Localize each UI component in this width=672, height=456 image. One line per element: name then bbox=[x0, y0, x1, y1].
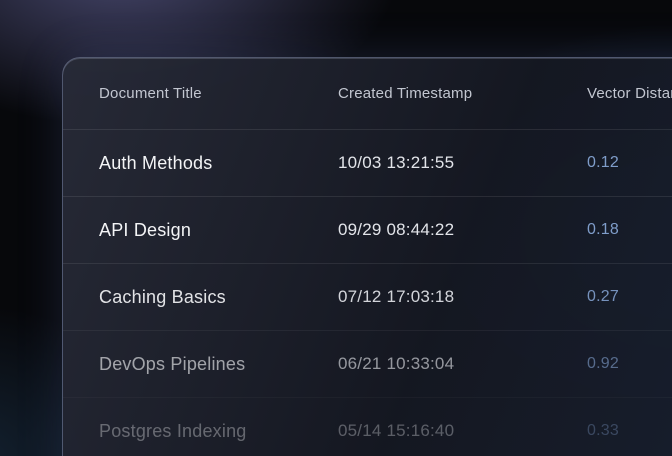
vector-distance-cell: 0.18 bbox=[587, 221, 672, 239]
table-header-row: Document Title Created Timestamp Vector … bbox=[63, 58, 672, 129]
document-title-cell: API Design bbox=[99, 220, 338, 241]
vector-distance-cell: 0.12 bbox=[587, 154, 672, 172]
document-title-cell: Postgres Indexing bbox=[99, 421, 338, 442]
table-row[interactable]: DevOps Pipelines 06/21 10:33:04 0.92 bbox=[63, 330, 672, 397]
created-timestamp-cell: 06/21 10:33:04 bbox=[338, 354, 587, 374]
document-title-cell: DevOps Pipelines bbox=[99, 354, 338, 375]
document-title-cell: Caching Basics bbox=[99, 287, 338, 308]
created-timestamp-cell: 10/03 13:21:55 bbox=[338, 153, 587, 173]
screenshot-stage: Document Title Created Timestamp Vector … bbox=[0, 0, 672, 456]
table-row[interactable]: Caching Basics 07/12 17:03:18 0.27 bbox=[63, 263, 672, 330]
created-timestamp-cell: 09/29 08:44:22 bbox=[338, 220, 587, 240]
created-timestamp-cell: 07/12 17:03:18 bbox=[338, 287, 587, 307]
document-title-cell: Auth Methods bbox=[99, 153, 338, 174]
vector-distance-cell: 0.27 bbox=[587, 288, 672, 306]
column-header-document-title: Document Title bbox=[99, 85, 338, 102]
vector-distance-cell: 0.33 bbox=[587, 422, 672, 440]
column-header-vector-distance: Vector Distance bbox=[587, 85, 672, 102]
created-timestamp-cell: 05/14 15:16:40 bbox=[338, 421, 587, 441]
table-row[interactable]: API Design 09/29 08:44:22 0.18 bbox=[63, 196, 672, 263]
vector-distance-cell: 0.92 bbox=[587, 355, 672, 373]
table-row[interactable]: Auth Methods 10/03 13:21:55 0.12 bbox=[63, 129, 672, 196]
column-header-created-timestamp: Created Timestamp bbox=[338, 85, 587, 102]
table-row[interactable]: Postgres Indexing 05/14 15:16:40 0.33 bbox=[63, 397, 672, 456]
documents-table-card: Document Title Created Timestamp Vector … bbox=[62, 57, 672, 456]
